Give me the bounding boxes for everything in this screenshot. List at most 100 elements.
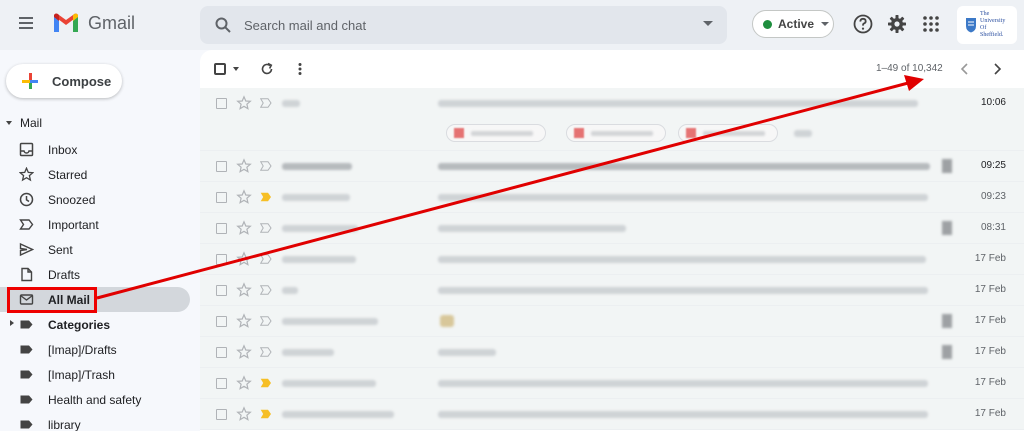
- label-icon: [20, 320, 33, 329]
- star-icon[interactable]: [236, 406, 252, 422]
- important-marker-icon[interactable]: [260, 192, 272, 202]
- row-checkbox[interactable]: [216, 223, 227, 234]
- email-row[interactable]: 17 Feb: [200, 337, 1024, 368]
- important-marker-icon[interactable]: [260, 316, 272, 326]
- important-marker-icon[interactable]: [260, 285, 272, 295]
- important-marker-icon[interactable]: [260, 347, 272, 357]
- collapse-icon: [6, 121, 12, 125]
- important-marker-icon[interactable]: [260, 254, 272, 264]
- email-row[interactable]: 17 Feb: [200, 368, 1024, 399]
- email-row[interactable]: 17 Feb: [200, 275, 1024, 306]
- label-icon: [20, 345, 33, 354]
- email-row[interactable]: 10:06: [200, 88, 1024, 151]
- search-icon[interactable]: [214, 16, 232, 34]
- email-date: 09:25: [980, 160, 1006, 171]
- important-marker-icon[interactable]: [260, 378, 272, 388]
- row-checkbox[interactable]: [216, 285, 227, 296]
- sidebar-item-inbox[interactable]: Inbox: [0, 137, 190, 162]
- more-options-icon[interactable]: [292, 61, 308, 77]
- sidebar-item-imap-trash[interactable]: [Imap]/Trash: [0, 362, 190, 387]
- sidebar-item-categories[interactable]: Categories: [0, 312, 190, 337]
- main-menu-icon[interactable]: [14, 14, 38, 36]
- search-input[interactable]: [244, 17, 664, 33]
- row-checkbox[interactable]: [216, 254, 227, 265]
- sidebar-item-snoozed[interactable]: Snoozed: [0, 187, 190, 212]
- sidebar-item-sent[interactable]: Sent: [0, 237, 190, 262]
- star-icon[interactable]: [236, 344, 252, 360]
- email-date: 17 Feb: [974, 284, 1006, 295]
- compose-button[interactable]: Compose: [6, 64, 122, 98]
- chevron-right-icon[interactable]: [989, 61, 1005, 77]
- row-checkbox[interactable]: [216, 347, 227, 358]
- refresh-icon[interactable]: [259, 61, 275, 77]
- email-row[interactable]: 09:25: [200, 151, 1024, 182]
- email-date: 09:23: [980, 191, 1006, 202]
- top-bar: Gmail Active: [0, 0, 1024, 50]
- attachment-chip[interactable]: [566, 124, 666, 142]
- email-row[interactable]: 17 Feb: [200, 399, 1024, 430]
- attachment-chip[interactable]: [678, 124, 778, 142]
- star-icon[interactable]: [236, 313, 252, 329]
- star-icon[interactable]: [236, 189, 252, 205]
- email-date: 17 Feb: [974, 315, 1006, 326]
- star-icon[interactable]: [236, 282, 252, 298]
- message-list-panel: 1–49 of 10,342 10:06 09:25 09:23 08:31 1…: [200, 50, 1024, 431]
- help-icon[interactable]: [852, 13, 874, 35]
- mail-section-toggle[interactable]: Mail: [6, 116, 42, 130]
- sender-redacted: [282, 256, 356, 263]
- attachment-icon: [942, 314, 952, 328]
- row-checkbox[interactable]: [216, 316, 227, 327]
- sender-redacted: [282, 411, 394, 418]
- subject-redacted: [438, 163, 930, 170]
- important-marker-icon[interactable]: [260, 161, 272, 171]
- row-checkbox[interactable]: [216, 409, 227, 420]
- sender-redacted: [282, 100, 300, 107]
- select-all-checkbox[interactable]: [214, 63, 226, 75]
- sidebar-item-starred[interactable]: Starred: [0, 162, 190, 187]
- app-name: Gmail: [88, 12, 136, 33]
- search-options-icon[interactable]: [703, 21, 713, 26]
- star-icon[interactable]: [236, 375, 252, 391]
- important-marker-icon[interactable]: [260, 223, 272, 233]
- row-checkbox[interactable]: [216, 378, 227, 389]
- email-row[interactable]: 17 Feb: [200, 306, 1024, 337]
- select-options-icon[interactable]: [233, 67, 239, 71]
- important-icon: [19, 219, 34, 230]
- sidebar-nav: Inbox Starred Snoozed Important Sent Dra…: [0, 137, 190, 431]
- emoji-redacted: [440, 315, 454, 327]
- sidebar-item-health-and-safety[interactable]: Health and safety: [0, 387, 190, 412]
- email-row[interactable]: 08:31: [200, 213, 1024, 244]
- sidebar-item-important[interactable]: Important: [0, 212, 190, 237]
- apps-grid-icon[interactable]: [920, 13, 942, 35]
- sidebar-item-library[interactable]: library: [0, 412, 190, 431]
- status-dropdown[interactable]: Active: [752, 10, 834, 38]
- email-row[interactable]: 17 Feb: [200, 244, 1024, 275]
- status-label: Active: [778, 17, 815, 31]
- sidebar-item-drafts[interactable]: Drafts: [0, 262, 190, 287]
- account-avatar[interactable]: The University Of Sheffield.: [957, 6, 1017, 44]
- attachment-icon: [942, 345, 952, 359]
- sender-redacted: [282, 349, 334, 356]
- chevron-left-icon[interactable]: [957, 61, 973, 77]
- search-bar[interactable]: [200, 6, 727, 44]
- row-checkbox[interactable]: [216, 98, 227, 109]
- gmail-logo[interactable]: Gmail: [52, 12, 135, 34]
- important-marker-icon[interactable]: [260, 98, 272, 108]
- star-icon[interactable]: [236, 251, 252, 267]
- sender-redacted: [282, 380, 376, 387]
- compose-label: Compose: [52, 73, 112, 89]
- star-icon[interactable]: [236, 158, 252, 174]
- subject-redacted: [438, 287, 928, 294]
- sender-redacted: [282, 163, 352, 170]
- university-crest-icon: [966, 18, 976, 33]
- row-checkbox[interactable]: [216, 161, 227, 172]
- settings-gear-icon[interactable]: [886, 13, 908, 35]
- sidebar-item-imap-drafts[interactable]: [Imap]/Drafts: [0, 337, 190, 362]
- star-icon[interactable]: [236, 220, 252, 236]
- email-row[interactable]: 09:23: [200, 182, 1024, 213]
- expand-icon[interactable]: [10, 320, 14, 326]
- star-icon[interactable]: [236, 95, 252, 111]
- important-marker-icon[interactable]: [260, 409, 272, 419]
- attachment-chip[interactable]: [446, 124, 546, 142]
- row-checkbox[interactable]: [216, 192, 227, 203]
